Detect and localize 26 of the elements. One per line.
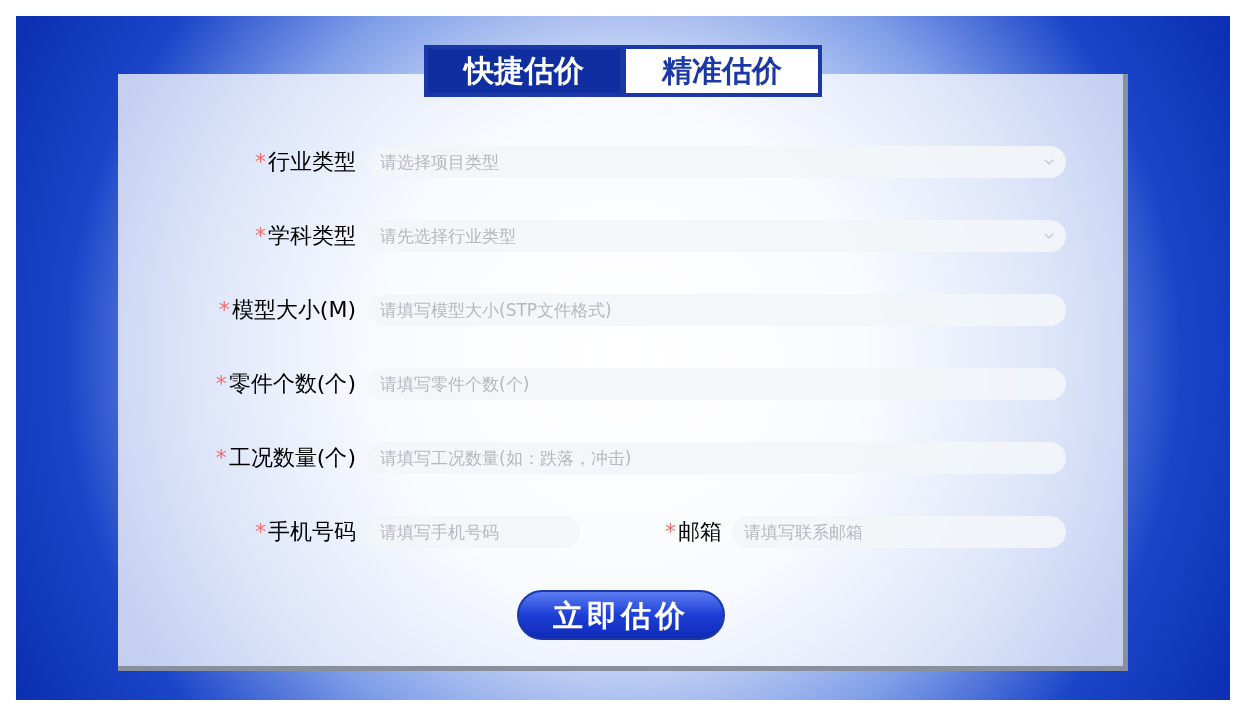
tab[interactable]: 快捷估价: [428, 49, 620, 93]
chevron-down-icon: [1044, 158, 1054, 165]
input-field[interactable]: 请填写模型大小(STP文件格式): [368, 293, 1066, 326]
input-field[interactable]: 请填写工况数量(如：跌落，冲击): [368, 441, 1066, 474]
select-field[interactable]: 请先选择行业类型: [368, 219, 1066, 252]
input-field[interactable]: 请填写联系邮箱: [732, 515, 1066, 548]
field-label: 手机号码: [268, 518, 356, 546]
field-label: 零件个数(个): [228, 370, 356, 398]
required-mark: *: [218, 298, 230, 321]
input-field[interactable]: 请填写零件个数(个): [368, 367, 1066, 400]
field-label: 模型大小(M): [231, 296, 356, 324]
tab[interactable]: 精准估价: [626, 49, 818, 93]
required-mark: *: [215, 446, 227, 469]
field-label: 行业类型: [268, 148, 356, 176]
select-field[interactable]: 请选择项目类型: [368, 145, 1066, 178]
field-label: 邮箱: [678, 518, 722, 546]
required-mark: *: [215, 372, 227, 395]
required-mark: *: [255, 150, 266, 173]
chevron-down-icon: [1044, 232, 1054, 239]
field-label: 学科类型: [268, 222, 356, 250]
field-label: 工况数量(个): [228, 444, 356, 472]
required-mark: *: [665, 520, 676, 543]
required-mark: *: [255, 520, 266, 543]
input-field[interactable]: 请填写手机号码: [368, 515, 580, 548]
submit-button[interactable]: 立即估价: [516, 590, 725, 640]
required-mark: *: [255, 224, 266, 247]
